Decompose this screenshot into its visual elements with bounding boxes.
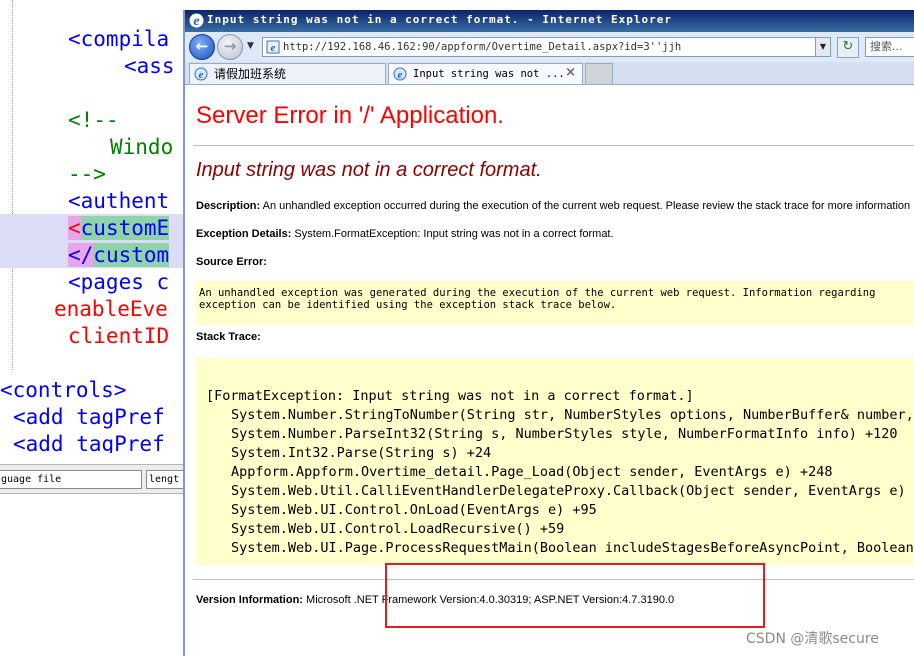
history-dropdown-icon[interactable]: ▼ xyxy=(247,41,254,51)
code-line: <ass xyxy=(124,54,175,78)
window-titlebar[interactable]: e Input string was not in a correct form… xyxy=(185,10,914,32)
search-input[interactable]: 搜索... xyxy=(865,37,914,57)
error-message: Input string was not in a correct format… xyxy=(196,159,542,181)
code-line: <add tagPref xyxy=(13,432,165,453)
code-line: Windo xyxy=(110,135,174,159)
forward-arrow-icon: → xyxy=(223,37,237,55)
exception-label: Exception Details: xyxy=(196,228,292,240)
highlight-box xyxy=(385,563,765,628)
source-error-text: exception can be identified using the ex… xyxy=(199,299,617,311)
source-error-text: An unhandled exception was generated dur… xyxy=(199,287,876,299)
svg-text:e: e xyxy=(271,42,276,54)
code-token-highlighted: custom xyxy=(93,243,170,267)
ie-page-icon: e xyxy=(393,67,407,81)
tab-label: 请假加班系统 xyxy=(214,67,287,81)
code-token: < xyxy=(68,216,81,240)
stack-trace-box: [FormatException: Input string was not i… xyxy=(196,358,914,565)
code-line: <pages c xyxy=(68,270,170,294)
title-divider xyxy=(193,145,914,146)
ie-page-icon: e xyxy=(194,67,208,81)
stack-trace-label: Stack Trace: xyxy=(196,331,261,343)
back-arrow-icon: ← xyxy=(195,37,209,55)
editor-gutter-line xyxy=(12,0,13,370)
status-cell: guage file xyxy=(0,470,142,489)
code-line: <customE xyxy=(68,215,170,241)
window-title: Input string was not in a correct format… xyxy=(207,13,672,26)
tab-leave-system[interactable]: e 请假加班系统 xyxy=(189,63,386,85)
source-error-label: Source Error: xyxy=(196,256,267,268)
stack-trace-line: System.Web.UI.Control.OnLoad(EventArgs e… xyxy=(231,502,597,518)
code-line: --> xyxy=(68,162,106,186)
svg-text:e: e xyxy=(193,14,199,29)
watermark: CSDN @清歌secure xyxy=(746,631,879,647)
ie-logo-icon: e xyxy=(189,13,204,29)
close-tab-icon[interactable]: × xyxy=(565,65,576,80)
svg-text:e: e xyxy=(398,69,403,81)
description-label: Description: xyxy=(196,200,261,212)
code-line: <!-- xyxy=(68,108,119,132)
address-bar[interactable]: e http://192.168.46.162:90/appform/Overt… xyxy=(262,37,831,57)
refresh-icon: ↻ xyxy=(842,39,854,54)
exception-row: Exception Details: System.FormatExceptio… xyxy=(196,228,614,240)
source-error-box: An unhandled exception was generated dur… xyxy=(196,281,914,325)
page-icon: e xyxy=(266,40,280,54)
address-input[interactable]: http://192.168.46.162:90/appform/Overtim… xyxy=(283,39,681,55)
tab-bar: e 请假加班系统 e Input string was not ... × xyxy=(185,62,914,85)
code-line: <authent xyxy=(68,189,170,213)
description-row: Description: An unhandled exception occu… xyxy=(196,200,910,212)
refresh-button[interactable]: ↻ xyxy=(837,37,859,58)
code-line: clientID xyxy=(68,324,170,348)
stack-trace-line: Appform.Appform.Overtime_detail.Page_Loa… xyxy=(231,464,833,480)
code-line: <compila xyxy=(68,27,170,51)
code-line: </custom xyxy=(68,242,170,268)
stack-trace-line: [FormatException: Input string was not i… xyxy=(206,388,694,404)
code-line: <add tagPref xyxy=(13,405,165,429)
code-token-highlighted: customE xyxy=(80,216,170,240)
code-line: enableEve xyxy=(54,297,168,321)
stack-trace-line: System.Web.UI.Control.LoadRecursive() +5… xyxy=(231,521,565,537)
exception-text: System.FormatException: Input string was… xyxy=(294,228,614,240)
forward-button[interactable]: → xyxy=(217,34,243,60)
tab-label: Input string was not ... xyxy=(413,68,565,80)
stack-trace-line: System.Web.UI.Page.ProcessRequestMain(Bo… xyxy=(231,540,914,556)
new-tab-button[interactable] xyxy=(585,63,613,85)
stack-trace-row: Stack Trace: xyxy=(196,331,261,343)
version-label: Version Information: xyxy=(196,594,303,606)
code-line: <controls> xyxy=(0,378,127,402)
stack-trace-line: System.Int32.Parse(String s) +24 xyxy=(231,445,492,461)
tab-error-page[interactable]: e Input string was not ... × xyxy=(388,63,583,85)
stack-trace-line: System.Web.Util.CalliEventHandlerDelegat… xyxy=(231,483,914,499)
browser-window: e Input string was not in a correct form… xyxy=(183,10,914,656)
description-text: An unhandled exception occurred during t… xyxy=(262,200,911,212)
stack-trace-line: System.Number.ParseInt32(String s, Numbe… xyxy=(231,426,898,442)
code-token: </ xyxy=(68,243,94,267)
stack-trace-line: System.Number.StringToNumber(String str,… xyxy=(231,407,914,423)
editor-status-bar: guage file lengt xyxy=(0,464,190,494)
address-dropdown-icon[interactable]: ▼ xyxy=(815,38,830,56)
back-button[interactable]: ← xyxy=(189,34,215,60)
svg-text:e: e xyxy=(199,69,204,81)
page-title: Server Error in '/' Application. xyxy=(196,102,504,129)
navigation-bar: ← → ▼ e http://192.168.46.162:90/appform… xyxy=(185,32,914,62)
source-error-row: Source Error: xyxy=(196,256,267,268)
